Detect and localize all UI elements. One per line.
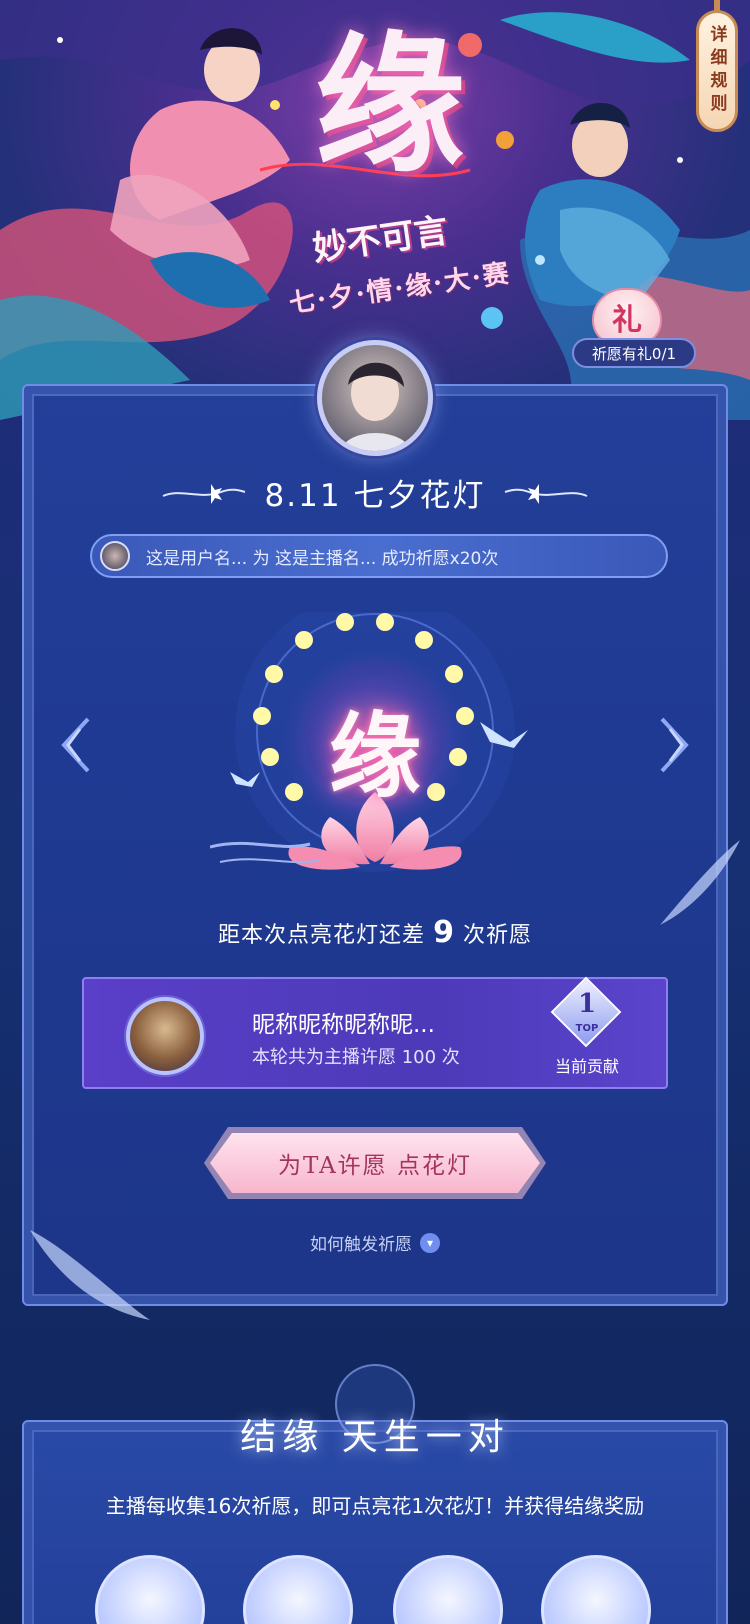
section2-title: 结缘 天生一对 xyxy=(240,1417,510,1458)
section2-description: 主播每收集16次祈愿，即可点亮花1次花灯！并获得结缘奖励 xyxy=(105,1494,645,1518)
page: 缘 妙不可言 七·夕·情·缘·大·赛 详细规则 礼 祈愿有礼0/1 8.11 七… xyxy=(0,0,750,1624)
